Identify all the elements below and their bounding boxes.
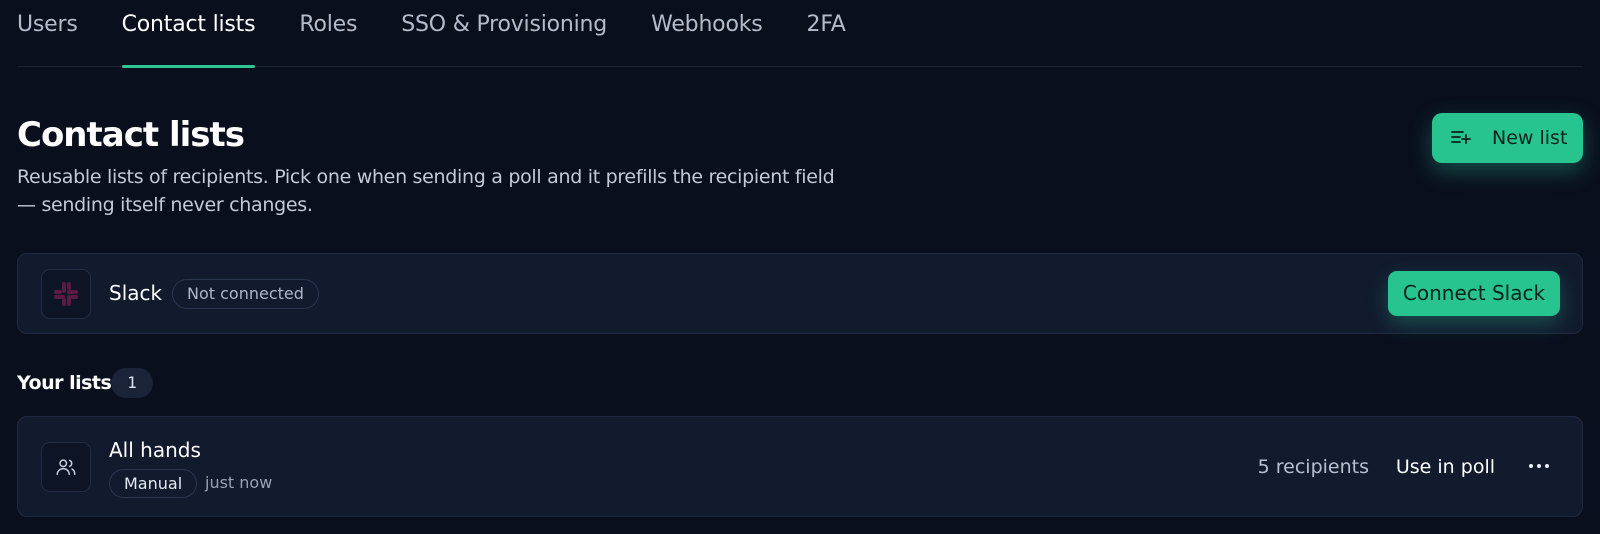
slack-icon [41,269,91,319]
slack-name: Slack [109,281,163,305]
page-description: Reusable lists of recipients. Pick one w… [17,166,835,216]
connect-slack-button[interactable]: Connect Slack [1388,271,1560,316]
tab-webhooks[interactable]: Webhooks [651,0,763,67]
tab-sso-provisioning[interactable]: SSO & Provisioning [401,0,607,67]
settings-tabs: Users Contact lists Roles SSO & Provisio… [17,0,1583,68]
use-in-poll-button[interactable]: Use in poll [1396,456,1495,478]
tab-roles[interactable]: Roles [299,0,357,67]
list-recipient-count: 5 recipients [1257,456,1369,478]
tab-users[interactable]: Users [17,0,78,67]
tab-contact-lists[interactable]: Contact lists [121,0,256,68]
list-item[interactable]: All hands Manual just now 5 recipients U… [17,416,1583,517]
page-title: Contact lists [17,115,245,155]
list-source-badge: Manual [109,469,198,498]
users-icon [41,442,91,492]
slack-integration-card: Slack Not connected Connect Slack [17,253,1583,334]
list-name[interactable]: All hands [109,438,201,462]
lists-count-badge: 1 [111,368,153,398]
your-lists-heading: Your lists [17,372,112,394]
list-plus-icon [1450,127,1472,149]
list-updated-time: just now [205,473,273,492]
new-list-label: New list [1492,127,1568,149]
new-list-button[interactable]: New list [1432,113,1583,163]
tab-2fa[interactable]: 2FA [807,0,846,67]
slack-status-badge: Not connected [172,279,319,309]
more-horizontal-icon[interactable] [1529,460,1549,472]
